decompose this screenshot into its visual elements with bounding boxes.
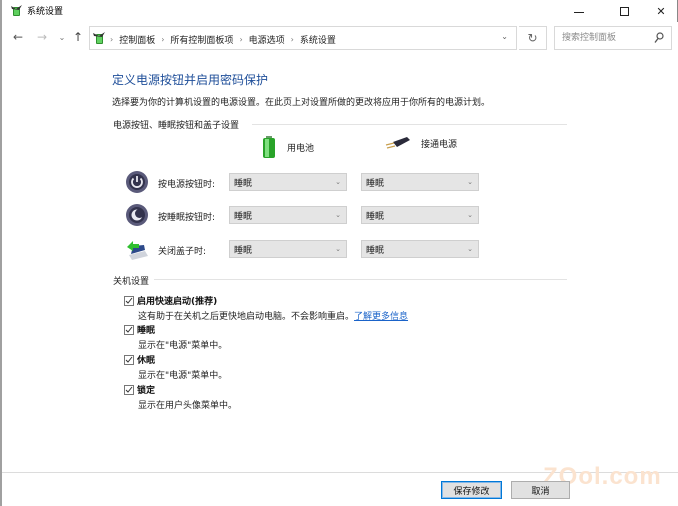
sleep-label[interactable]: 睡眠 xyxy=(137,323,155,336)
close-icon: ✕ xyxy=(656,4,666,18)
breadcrumb-separator[interactable]: › xyxy=(161,35,164,44)
power-buttons-group-label: 电源按钮、睡眠按钮和盖子设置 xyxy=(113,121,240,131)
hibernate-description: 显示在"电源"菜单中。 xyxy=(138,371,228,381)
group-divider xyxy=(154,279,567,280)
sleep-checkbox[interactable] xyxy=(124,324,134,335)
fast-startup-checkbox[interactable] xyxy=(124,295,134,306)
checkmark-icon xyxy=(125,356,133,363)
breadcrumb-system-settings[interactable]: 系统设置 xyxy=(300,33,336,46)
system-settings-window: 系统设置 ✕ ← → ⌄ ↑ › 控制面板 › 所有控制面板项 › 电源选项 ›… xyxy=(0,0,678,506)
lock-label[interactable]: 锁定 xyxy=(137,383,155,396)
fast-startup-desc-text: 这有助于在关机之后更快地启动电脑。不会影响重启。 xyxy=(138,312,355,322)
sleep-button-label: 按睡眠按钮时: xyxy=(158,213,216,223)
plugged-in-column-label: 接通电源 xyxy=(421,139,458,150)
chevron-down-icon: ⌄ xyxy=(467,178,473,186)
minimize-button[interactable] xyxy=(557,0,601,22)
checkmark-icon xyxy=(125,297,133,304)
forward-button[interactable]: → xyxy=(34,30,50,44)
battery-icon xyxy=(263,136,275,158)
lid-close-plugged-select[interactable]: 睡眠 ⌄ xyxy=(361,240,479,258)
maximize-icon xyxy=(619,6,629,16)
power-button-label: 按电源按钮时: xyxy=(158,180,216,190)
title-bar: 系统设置 ✕ xyxy=(2,0,678,22)
refresh-button[interactable]: ↻ xyxy=(519,26,547,50)
navigation-bar: ← → ⌄ ↑ › 控制面板 › 所有控制面板项 › 电源选项 › 系统设置 ⌄… xyxy=(2,26,678,50)
checkmark-icon xyxy=(125,326,133,333)
control-panel-icon xyxy=(93,32,105,44)
laptop-lid-icon xyxy=(127,241,148,260)
power-button-plugged-select[interactable]: 睡眠 ⌄ xyxy=(361,173,479,191)
select-value: 睡眠 xyxy=(366,211,385,222)
save-changes-button[interactable]: 保存修改 xyxy=(441,481,502,499)
minimize-icon xyxy=(574,11,584,13)
learn-more-link[interactable]: 了解更多信息 xyxy=(354,312,408,322)
lock-checkbox[interactable] xyxy=(124,384,134,395)
battery-column-label: 用电池 xyxy=(287,143,315,154)
group-divider xyxy=(252,124,567,125)
search-box[interactable] xyxy=(554,26,672,50)
cancel-button[interactable]: 取消 xyxy=(511,481,570,499)
breadcrumb-separator[interactable]: › xyxy=(291,35,294,44)
chevron-down-icon: ⌄ xyxy=(335,211,341,219)
up-button[interactable]: ↑ xyxy=(70,30,86,44)
page-title: 定义电源按钮并启用密码保护 xyxy=(112,73,269,87)
battery-column-header: 用电池 xyxy=(263,136,314,158)
page-description: 选择要为你的计算机设置的电源设置。在此页上对设置所做的更改将应用于你所有的电源计… xyxy=(112,98,491,108)
chevron-down-icon: ⌄ xyxy=(467,211,473,219)
window-title: 系统设置 xyxy=(27,7,64,17)
hibernate-label[interactable]: 休眠 xyxy=(137,353,155,366)
sleep-button-battery-select[interactable]: 睡眠 ⌄ xyxy=(229,206,347,224)
power-plug-icon xyxy=(385,137,410,149)
shutdown-group-label: 关机设置 xyxy=(113,277,150,287)
power-button-battery-select[interactable]: 睡眠 ⌄ xyxy=(229,173,347,191)
hibernate-checkbox[interactable] xyxy=(124,354,134,365)
fast-startup-checkbox-row[interactable]: 启用快速启动(推荐) xyxy=(124,294,217,307)
power-button-icon xyxy=(126,171,148,193)
search-icon[interactable] xyxy=(654,32,664,44)
back-button[interactable]: ← xyxy=(10,30,26,44)
chevron-down-icon: ⌄ xyxy=(335,178,341,186)
breadcrumb-power-options[interactable]: 电源选项 xyxy=(249,33,285,46)
maximize-button[interactable] xyxy=(602,0,646,22)
sleep-checkbox-row[interactable]: 睡眠 xyxy=(124,323,155,336)
breadcrumb-all-items[interactable]: 所有控制面板项 xyxy=(170,33,233,46)
hibernate-checkbox-row[interactable]: 休眠 xyxy=(124,353,155,366)
breadcrumb-separator: › xyxy=(110,35,114,44)
close-button[interactable]: ✕ xyxy=(644,0,678,22)
breadcrumb-separator[interactable]: › xyxy=(239,35,242,44)
sleep-button-icon xyxy=(126,204,148,226)
address-dropdown-icon[interactable]: ⌄ xyxy=(501,32,508,41)
select-value: 睡眠 xyxy=(234,245,253,256)
breadcrumb-control-panel[interactable]: 控制面板 xyxy=(119,33,155,46)
sleep-description: 显示在"电源"菜单中。 xyxy=(138,341,228,351)
power-options-icon xyxy=(11,5,22,16)
plugged-in-column-header: 接通电源 xyxy=(385,136,457,150)
chevron-down-icon: ⌄ xyxy=(467,245,473,253)
chevron-down-icon: ⌄ xyxy=(335,245,341,253)
address-bar[interactable]: › 控制面板 › 所有控制面板项 › 电源选项 › 系统设置 ⌄ xyxy=(89,26,517,50)
checkmark-icon xyxy=(125,386,133,393)
breadcrumb: › 控制面板 › 所有控制面板项 › 电源选项 › 系统设置 xyxy=(110,33,336,46)
lid-close-label: 关闭盖子时: xyxy=(158,247,207,257)
recent-locations-button[interactable]: ⌄ xyxy=(54,33,70,42)
sleep-button-plugged-select[interactable]: 睡眠 ⌄ xyxy=(361,206,479,224)
select-value: 睡眠 xyxy=(366,245,385,256)
select-value: 睡眠 xyxy=(234,178,253,189)
select-value: 睡眠 xyxy=(366,178,385,189)
select-value: 睡眠 xyxy=(234,211,253,222)
lid-close-battery-select[interactable]: 睡眠 ⌄ xyxy=(229,240,347,258)
fast-startup-label[interactable]: 启用快速启动(推荐) xyxy=(137,294,217,307)
lock-checkbox-row[interactable]: 锁定 xyxy=(124,383,155,396)
refresh-icon: ↻ xyxy=(527,31,538,45)
lock-description: 显示在用户头像菜单中。 xyxy=(138,401,238,411)
fast-startup-description: 这有助于在关机之后更快地启动电脑。不会影响重启。了解更多信息 xyxy=(138,309,408,322)
